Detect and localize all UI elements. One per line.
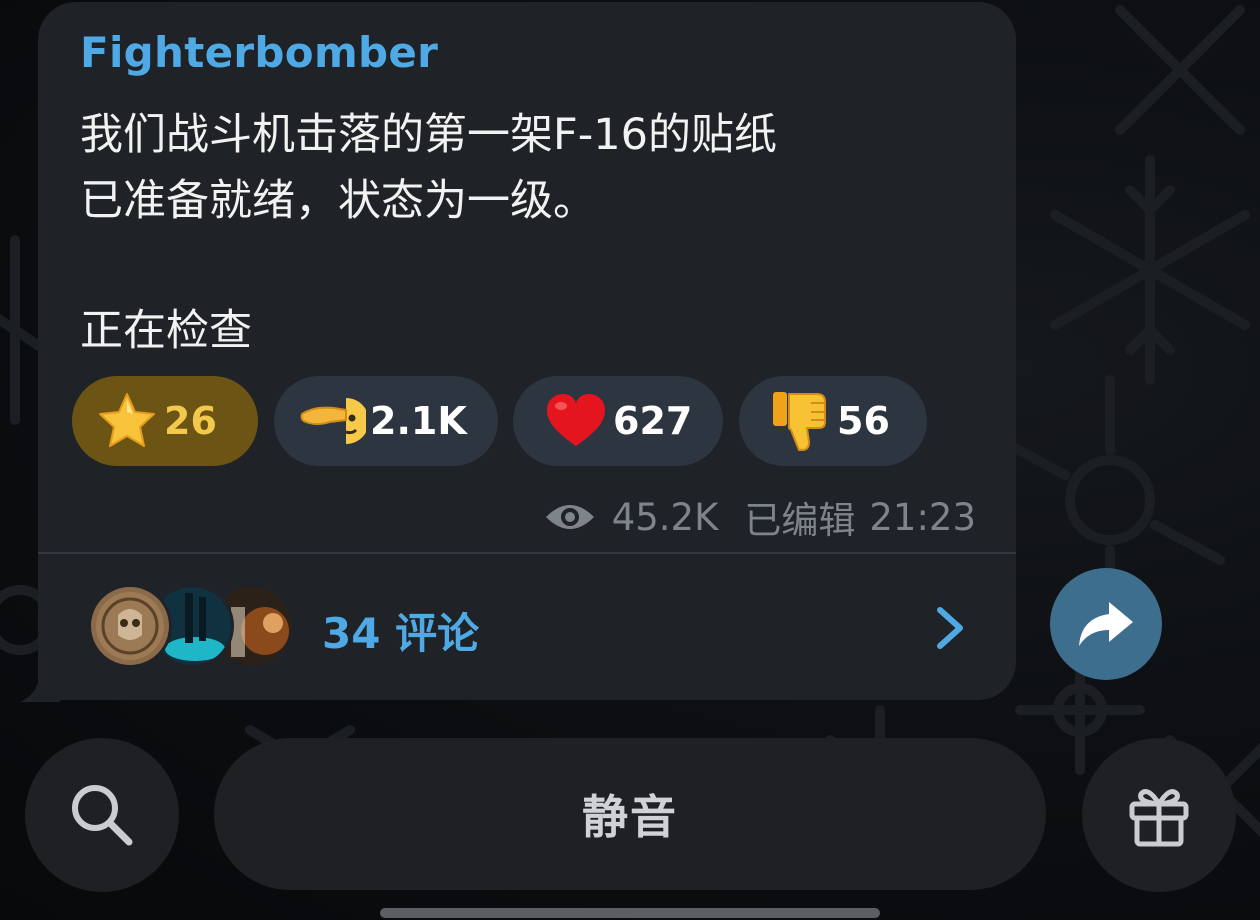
reaction-count: 2.1K (370, 399, 467, 443)
message-text-line-3: 正在检查 (80, 306, 252, 356)
share-arrow-icon (1079, 602, 1133, 646)
saluting-face-emoji (300, 398, 366, 444)
message-time: 21:23 (869, 495, 976, 539)
reaction-thumbs-down[interactable]: 56 (739, 376, 927, 466)
message-text-line-2: 已准备就绪，状态为一级。 (80, 176, 596, 226)
reaction-star[interactable]: 26 (72, 376, 258, 466)
edited-label: 已编辑 (744, 499, 856, 542)
sender-name[interactable]: Fighterbomber (80, 28, 438, 77)
commenter-avatar-1 (88, 584, 172, 668)
message-text-line-1: 我们战斗机击落的第一架F-16的贴纸 (80, 110, 777, 160)
mute-button[interactable]: 静音 (214, 738, 1046, 890)
reaction-count: 627 (613, 399, 693, 443)
views-count: 45.2K (611, 495, 719, 539)
home-indicator[interactable] (380, 908, 880, 918)
chevron-right-icon[interactable] (932, 606, 968, 650)
thumbs-down-emoji (773, 392, 826, 451)
star-icon (99, 393, 155, 447)
search-button[interactable] (25, 738, 179, 892)
message-meta: 45.2K 已编辑 21:23 (544, 490, 976, 544)
telegram-channel-screen: Fighterbomber 我们战斗机击落的第一架F-16的贴纸 已准备就绪，状… (0, 0, 1260, 920)
share-button[interactable] (1050, 568, 1162, 680)
reaction-count: 26 (164, 399, 217, 443)
red-heart-emoji (547, 394, 605, 446)
comments-link[interactable]: 34 评论 (322, 600, 479, 661)
search-icon (72, 785, 133, 846)
reaction-count: 56 (837, 399, 890, 443)
eye-icon (545, 505, 594, 529)
divider (38, 552, 1016, 554)
reaction-salute[interactable]: 2.1K (274, 376, 498, 466)
gift-icon (1129, 789, 1189, 847)
reaction-heart[interactable]: 627 (513, 376, 723, 466)
gift-button[interactable] (1082, 738, 1236, 892)
